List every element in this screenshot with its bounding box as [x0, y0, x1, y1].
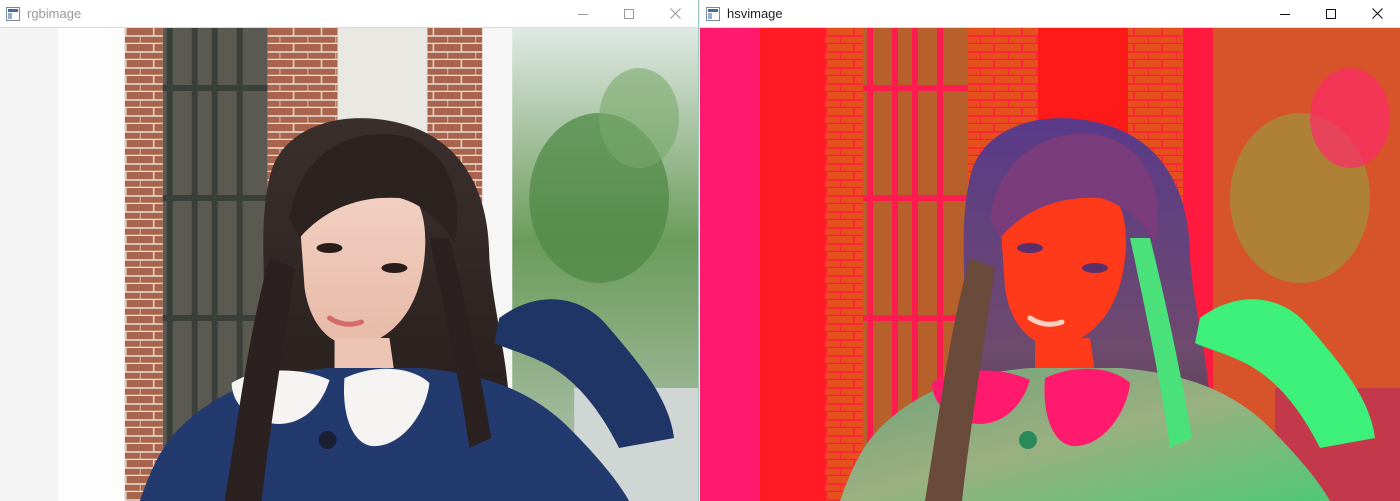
minimize-icon — [578, 13, 588, 15]
maximize-button[interactable] — [606, 0, 652, 27]
rgb-image-canvas — [0, 28, 698, 501]
close-icon — [1371, 8, 1383, 19]
close-button[interactable] — [652, 0, 698, 27]
maximize-icon — [624, 8, 634, 19]
minimize-button[interactable] — [560, 0, 606, 27]
hsv-image-canvas — [700, 28, 1400, 501]
rgbimage-window: rgbimage — [0, 0, 699, 501]
maximize-icon — [1326, 8, 1336, 19]
minimize-button[interactable] — [1262, 0, 1308, 27]
close-button[interactable] — [1354, 0, 1400, 27]
hsvimage-window: hsvimage — [700, 0, 1400, 501]
rgb-portrait-image — [0, 28, 698, 501]
minimize-icon — [1280, 13, 1290, 15]
maximize-button[interactable] — [1308, 0, 1354, 27]
hsv-portrait-image — [700, 28, 1400, 501]
app-window-icon — [706, 6, 720, 21]
close-icon — [669, 8, 681, 19]
titlebar[interactable]: hsvimage — [700, 0, 1400, 28]
titlebar[interactable]: rgbimage — [0, 0, 698, 28]
window-title: rgbimage — [27, 6, 82, 21]
app-window-icon — [6, 6, 20, 21]
window-title: hsvimage — [727, 6, 783, 21]
